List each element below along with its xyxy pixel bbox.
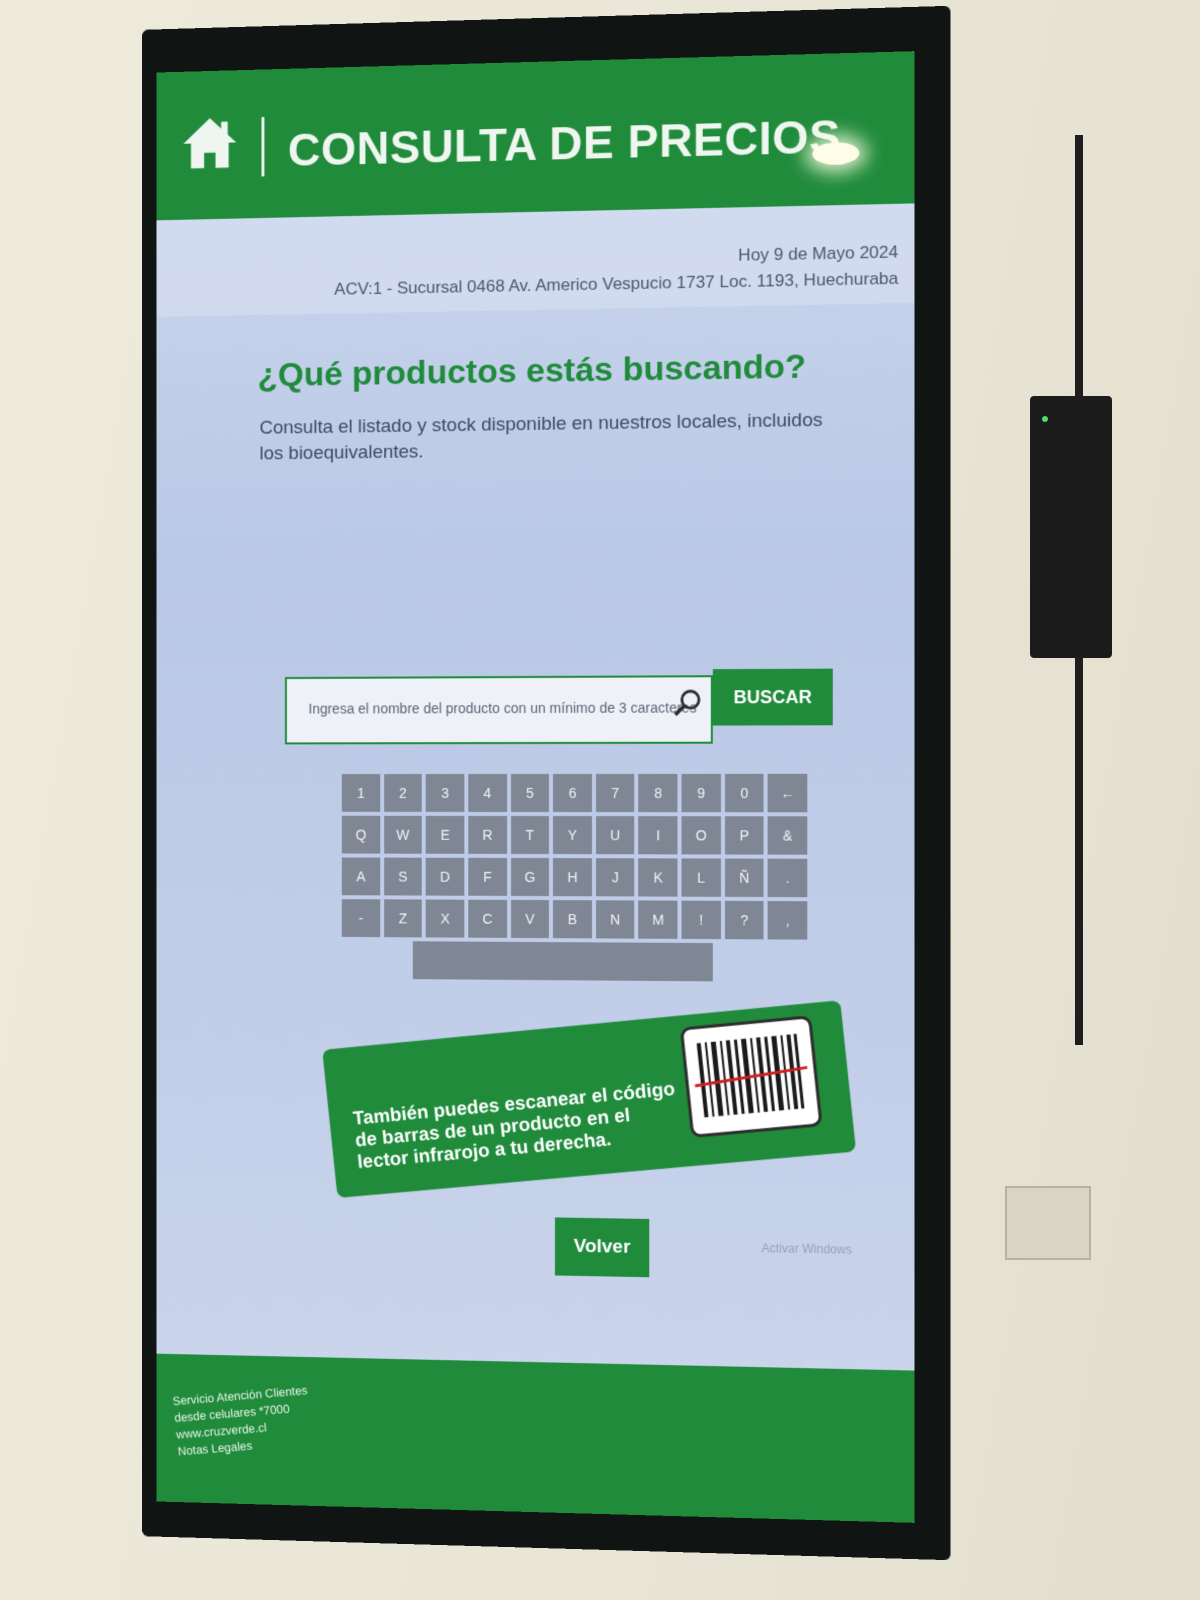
current-date: Hoy 9 de Mayo 2024 [738,242,899,265]
key[interactable]: , [768,901,808,940]
key[interactable]: J [595,858,635,897]
key[interactable]: E [425,815,465,854]
branch-info: ACV:1 - Sucursal 0468 Av. Americo Vespuc… [334,268,899,299]
keyboard-row: A S D F G H J K L Ñ . [341,857,808,898]
search-bar: Ingresa el nombre del producto con un mí… [284,668,833,751]
keyboard-row: Q W E R T Y U I O P & [341,815,808,855]
info-bar: Hoy 9 de Mayo 2024 ACV:1 - Sucursal 0468… [156,203,915,317]
key[interactable]: Ñ [724,858,764,897]
keyboard-row [342,941,807,982]
key[interactable]: - [341,899,380,938]
page-title: CONSULTA DE PRECIOS [287,109,841,176]
search-icon [672,687,702,717]
key[interactable]: 7 [595,773,635,813]
key[interactable]: Y [553,816,592,855]
key[interactable]: H [553,858,592,897]
key[interactable]: 2 [383,774,423,812]
key[interactable]: 9 [681,773,721,813]
key[interactable]: . [768,858,808,898]
space-key[interactable] [412,941,713,982]
key[interactable]: 5 [510,773,550,813]
key[interactable]: 4 [468,774,507,812]
key[interactable]: R [468,815,507,854]
key[interactable]: Z [383,899,423,938]
key[interactable]: 3 [425,774,465,812]
keyboard-row: - Z X C V B N M ! ? , [341,899,808,940]
footer-bar: Servicio Atención Clientes desde celular… [156,1353,915,1523]
key[interactable]: A [341,857,380,896]
key[interactable]: K [638,858,678,897]
key[interactable]: M [638,900,678,939]
key[interactable]: N [595,900,635,939]
scanner-led [1042,416,1048,422]
key[interactable]: C [468,899,507,938]
key[interactable]: X [425,899,465,938]
key[interactable]: D [425,857,465,896]
key[interactable]: W [383,815,423,854]
key[interactable]: U [595,816,635,855]
search-description: Consulta el listado y stock disponible e… [259,409,823,465]
windows-watermark: Activar Windows [761,1241,852,1257]
search-button[interactable]: BUSCAR [712,668,833,726]
back-button[interactable]: Volver [554,1217,650,1278]
key[interactable]: L [681,858,721,897]
header-divider [261,116,265,177]
key[interactable]: Q [341,815,380,854]
home-icon[interactable] [180,112,240,175]
search-input[interactable]: Ingresa el nombre del producto con un mí… [284,675,713,745]
key[interactable]: O [681,816,721,855]
header-bar: CONSULTA DE PRECIOS [156,51,915,221]
key[interactable]: G [510,857,550,897]
key[interactable]: V [510,899,550,939]
onscreen-keyboard: 1 2 3 4 5 6 7 8 9 0 ← Q W E R T Y U I O … [341,773,808,986]
key[interactable]: 1 [341,774,380,812]
key[interactable]: F [468,857,507,896]
kiosk-body: CONSULTA DE PRECIOS Hoy 9 de Mayo 2024 A… [0,0,1200,1600]
key[interactable]: T [510,815,550,855]
key[interactable]: P [724,816,764,855]
key[interactable]: 6 [553,773,592,813]
keyboard-row: 1 2 3 4 5 6 7 8 9 0 ← [341,773,808,813]
search-placeholder: Ingresa el nombre del producto con un mí… [308,699,697,717]
light-reflection [812,141,860,166]
search-heading: ¿Qué productos estás buscando? [257,347,807,395]
ticket-dispenser [1005,1186,1091,1260]
backspace-key[interactable]: ← [768,773,808,813]
key[interactable]: I [638,816,678,855]
promo-text: También puedes escanear el código de bar… [352,1078,677,1174]
key[interactable]: B [553,900,592,939]
key[interactable]: & [768,816,808,855]
key[interactable]: ? [724,900,764,940]
key[interactable]: ! [681,900,721,940]
footer-info: Servicio Atención Clientes desde celular… [172,1382,314,1460]
key[interactable]: 0 [724,773,764,813]
barcode-scanner [1030,396,1112,658]
key[interactable]: S [383,857,423,896]
barcode-promo-banner: También puedes escanear el código de bar… [322,1000,857,1199]
kiosk-screen: CONSULTA DE PRECIOS Hoy 9 de Mayo 2024 A… [156,51,915,1523]
barcode-icon [679,1015,823,1138]
key[interactable]: 8 [638,773,678,813]
